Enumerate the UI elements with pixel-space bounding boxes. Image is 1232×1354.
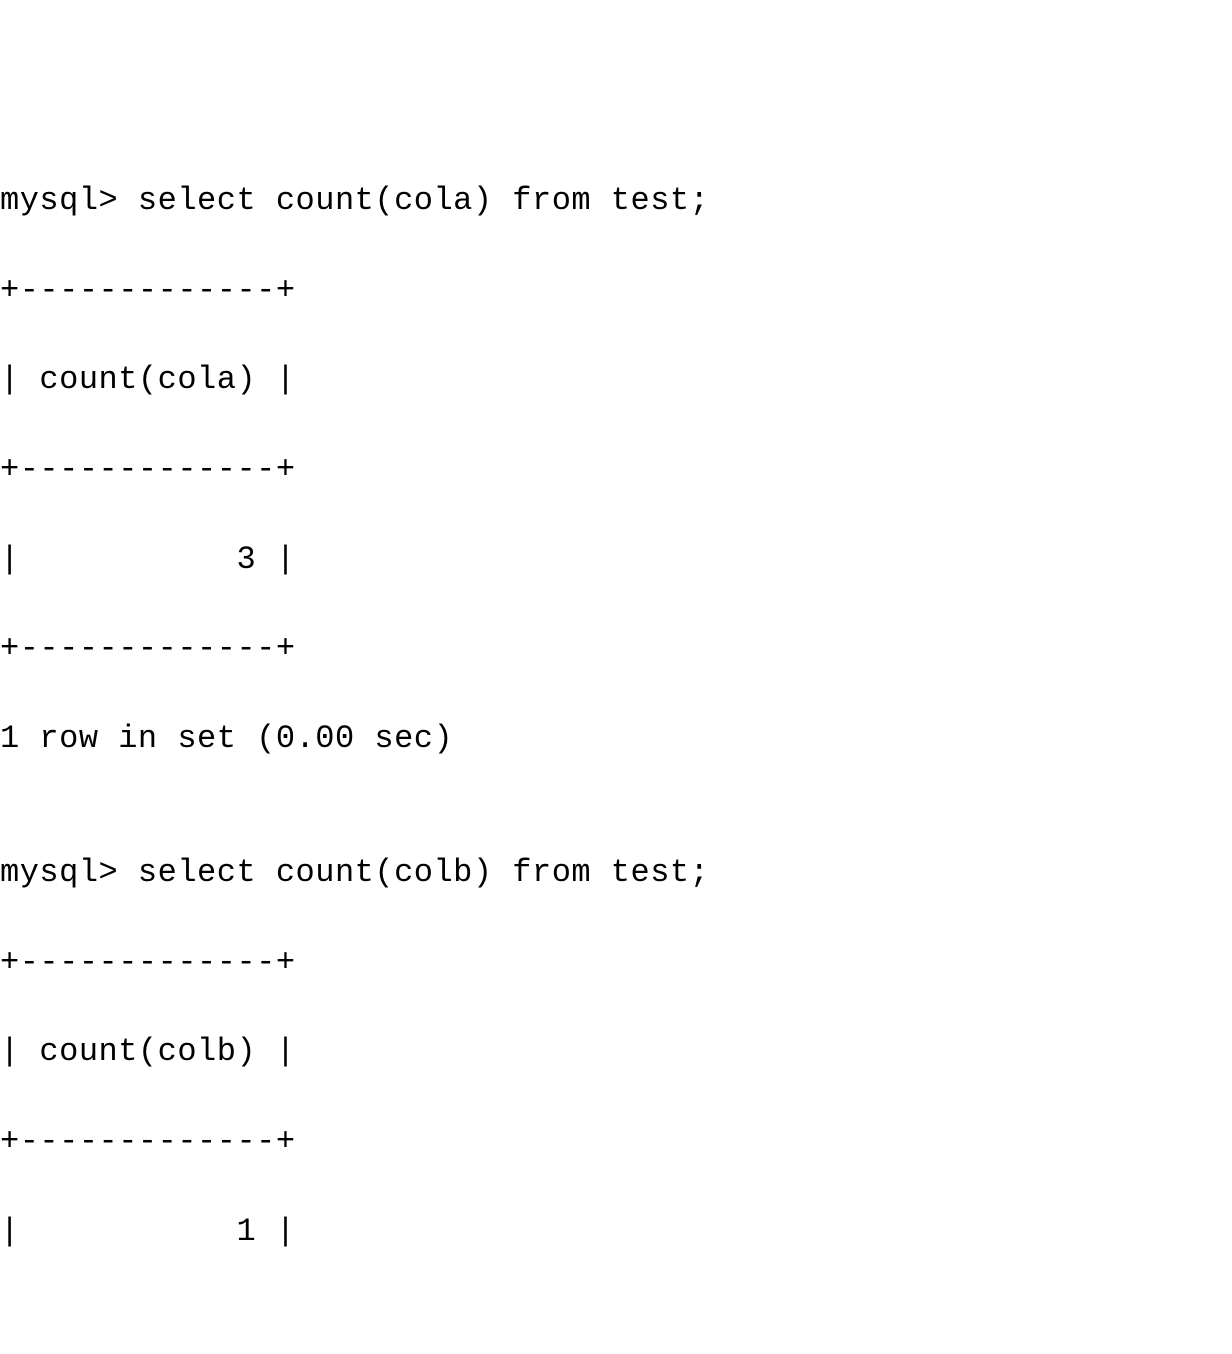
terminal-line: | 3 | [0,538,1232,583]
mysql-terminal[interactable]: mysql> select count(cola) from test; +--… [0,134,1232,1299]
terminal-line: +-------------+ [0,941,1232,986]
terminal-line: 1 row in set (0.00 sec) [0,717,1232,762]
terminal-line: +-------------+ [0,1120,1232,1165]
terminal-line: mysql> select count(colb) from test; [0,851,1232,896]
terminal-line: +-------------+ [0,627,1232,672]
terminal-line: +-------------+ [0,448,1232,493]
terminal-line: | 1 | [0,1210,1232,1255]
terminal-line: | count(cola) | [0,358,1232,403]
terminal-line: +-------------+ [0,269,1232,314]
terminal-line: | count(colb) | [0,1030,1232,1075]
terminal-line: mysql> select count(cola) from test; [0,179,1232,224]
